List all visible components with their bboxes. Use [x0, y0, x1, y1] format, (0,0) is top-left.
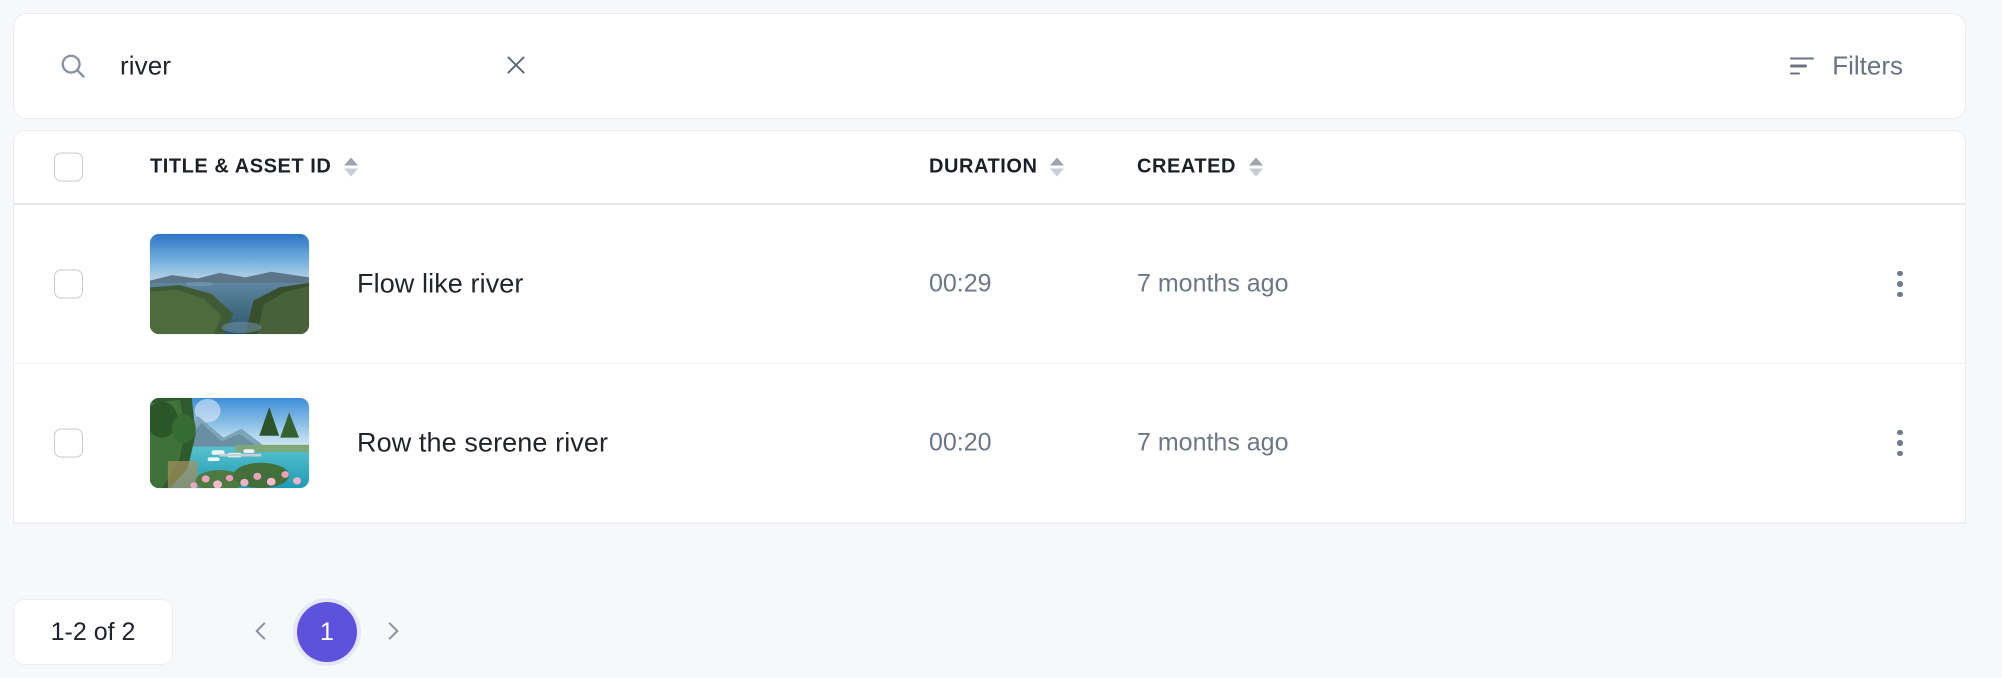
previous-page-button[interactable] [233, 604, 289, 660]
sort-icon-title[interactable] [344, 157, 359, 177]
row-actions-menu-icon[interactable] [1883, 267, 1917, 301]
column-header-duration-label: DURATION [929, 155, 1038, 178]
sort-icon-duration[interactable] [1050, 157, 1065, 177]
table-header-row: TITLE & ASSET ID DURATION CREATED [14, 131, 1965, 205]
search-icon [58, 51, 88, 81]
page-range-label[interactable]: 1-2 of 2 [13, 599, 173, 665]
row-checkbox[interactable] [54, 428, 83, 458]
close-icon [503, 52, 529, 81]
select-all-cell [54, 152, 83, 182]
select-all-checkbox[interactable] [54, 152, 83, 182]
asset-thumbnail[interactable] [150, 398, 309, 488]
column-header-created-label: CREATED [1137, 155, 1237, 178]
asset-duration: 00:29 [929, 269, 992, 298]
table-row[interactable]: Flow like river 00:29 7 months ago [14, 205, 1965, 364]
asset-title[interactable]: Flow like river [357, 269, 524, 300]
asset-title[interactable]: Row the serene river [357, 428, 608, 459]
search-input[interactable] [120, 50, 450, 82]
table-row[interactable]: Row the serene river 00:20 7 months ago [14, 364, 1965, 523]
column-header-created[interactable]: CREATED [1137, 155, 1264, 179]
asset-library-page: Filters TITLE & ASSET ID DURATION [0, 0, 2002, 678]
row-actions-menu-icon[interactable] [1883, 426, 1917, 460]
search-bar: Filters [13, 13, 1966, 119]
filters-label: Filters [1832, 50, 1903, 81]
asset-duration: 00:20 [929, 428, 992, 457]
chevron-right-icon [380, 618, 406, 647]
column-header-title[interactable]: TITLE & ASSET ID [150, 155, 359, 179]
pager: 1 [233, 602, 421, 662]
clear-search-button[interactable] [499, 49, 533, 83]
column-header-title-label: TITLE & ASSET ID [150, 155, 332, 178]
page-button-1[interactable]: 1 [297, 602, 357, 662]
chevron-left-icon [248, 618, 274, 647]
assets-table: TITLE & ASSET ID DURATION CREATED Flow l… [13, 130, 1966, 524]
pagination-bar: 1-2 of 2 1 [0, 586, 2002, 678]
asset-created: 7 months ago [1137, 428, 1289, 457]
asset-created: 7 months ago [1137, 269, 1289, 298]
filters-button[interactable]: Filters [1790, 51, 1903, 82]
next-page-button[interactable] [365, 604, 421, 660]
filter-lines-icon [1790, 57, 1815, 75]
sort-icon-created[interactable] [1249, 157, 1264, 177]
asset-thumbnail[interactable] [150, 234, 309, 334]
row-checkbox[interactable] [54, 269, 83, 299]
row-select-cell [54, 428, 83, 458]
row-select-cell [54, 269, 83, 299]
column-header-duration[interactable]: DURATION [929, 155, 1065, 179]
